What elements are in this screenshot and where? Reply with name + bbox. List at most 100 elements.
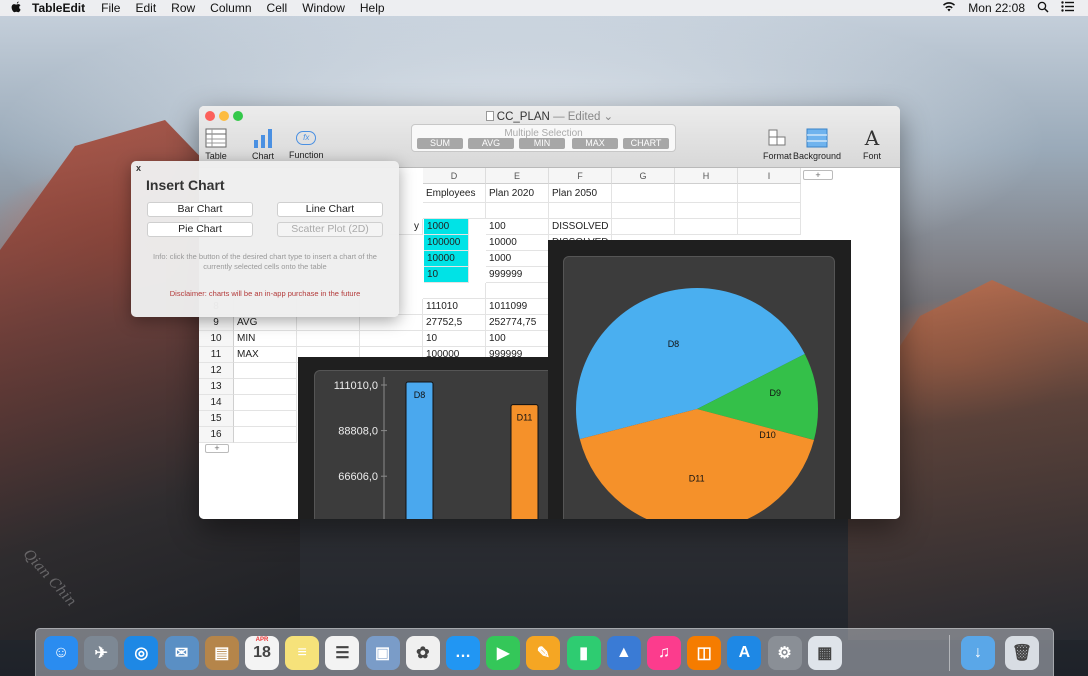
cell-b13[interactable]: [234, 379, 297, 395]
cell-h3[interactable]: [675, 219, 738, 235]
cell-d8[interactable]: 111010: [423, 299, 486, 315]
wifi-icon[interactable]: [942, 1, 956, 15]
column-header-i[interactable]: I: [738, 168, 801, 184]
cell-b14[interactable]: [234, 395, 297, 411]
dock-calendar-icon[interactable]: APR 18: [245, 636, 279, 670]
dock-downloads-icon[interactable]: ↓: [961, 636, 995, 670]
row-header-16[interactable]: 16: [199, 427, 234, 443]
max-button[interactable]: MAX: [572, 138, 618, 149]
cell-f1[interactable]: Plan 2050: [549, 184, 612, 203]
cell-d6[interactable]: 10: [424, 267, 469, 283]
cell-i3[interactable]: [738, 219, 801, 235]
bar-chart-window[interactable]: 111010,0 88808,0 66606,0 D8 D11: [298, 357, 550, 519]
dock-safari-icon[interactable]: ◎: [124, 636, 159, 670]
cell-e2[interactable]: [486, 203, 549, 219]
row-header-11[interactable]: 11: [199, 347, 234, 363]
cell-c10b[interactable]: [360, 331, 423, 347]
cell-d4[interactable]: 100000: [424, 235, 469, 251]
menubar-clock[interactable]: Mon 22:08: [968, 1, 1025, 15]
cell-f3[interactable]: DISSOLVED: [549, 219, 612, 235]
cell-e4[interactable]: 10000: [486, 235, 549, 251]
cell-d7[interactable]: [423, 283, 486, 299]
row-header-15[interactable]: 15: [199, 411, 234, 427]
cell-e6[interactable]: 999999: [486, 267, 549, 283]
dock-pages-icon[interactable]: ✎: [526, 636, 561, 670]
column-header-g[interactable]: G: [612, 168, 675, 184]
dock-trash-icon[interactable]: 🗑: [1005, 636, 1039, 670]
menu-app-name[interactable]: TableEdit: [32, 1, 85, 15]
column-header-d[interactable]: D: [423, 168, 486, 184]
cell-b12[interactable]: [234, 363, 297, 379]
cell-g2[interactable]: [612, 203, 675, 219]
menu-row[interactable]: Row: [171, 1, 195, 15]
document-status[interactable]: — Edited ⌄: [553, 111, 613, 123]
menu-window[interactable]: Window: [302, 1, 345, 15]
cell-i2[interactable]: [738, 203, 801, 219]
pie-chart-window[interactable]: D8 D9 D10 D11: [548, 240, 851, 519]
avg-button[interactable]: AVG: [468, 138, 514, 149]
toolbar-font-button[interactable]: A Font: [863, 128, 881, 161]
cell-d5[interactable]: 10000: [424, 251, 469, 267]
column-header-h[interactable]: H: [675, 168, 738, 184]
toolbar-function-button[interactable]: fx Function: [289, 128, 324, 160]
toolbar-format-button[interactable]: Format: [763, 128, 792, 161]
dock-numbers-icon[interactable]: ▮: [566, 636, 601, 670]
dock-ibooks-icon[interactable]: ◫: [687, 636, 722, 670]
dock-app-store-icon[interactable]: A: [727, 636, 762, 670]
cell-d1[interactable]: Employees: [423, 184, 486, 203]
row-header-9[interactable]: 9: [199, 315, 234, 331]
cell-i1[interactable]: [738, 184, 801, 203]
row-header-14[interactable]: 14: [199, 395, 234, 411]
cell-e10[interactable]: 100: [486, 331, 549, 347]
dock-system-preferences-icon[interactable]: ⚙: [767, 636, 802, 670]
dock-mail-icon[interactable]: ✉: [164, 636, 199, 670]
row-header-12[interactable]: 12: [199, 363, 234, 379]
scatter-plot-button[interactable]: Scatter Plot (2D): [277, 222, 383, 237]
toolbar-table-button[interactable]: Table: [205, 128, 227, 161]
notification-center-icon[interactable]: [1061, 1, 1074, 15]
cell-b11[interactable]: MAX: [234, 347, 297, 363]
row-header-13[interactable]: 13: [199, 379, 234, 395]
dock-reminders-icon[interactable]: ☰: [325, 636, 360, 670]
cell-d3[interactable]: 1000: [424, 219, 469, 235]
line-chart-button[interactable]: Line Chart: [277, 202, 383, 217]
document-name[interactable]: CC_PLAN: [497, 111, 550, 123]
dock-tableedit-icon[interactable]: ▦: [807, 636, 842, 670]
chart-button[interactable]: CHART: [623, 138, 669, 149]
cell-g1[interactable]: [612, 184, 675, 203]
pie-chart-button[interactable]: Pie Chart: [147, 222, 253, 237]
menu-edit[interactable]: Edit: [135, 1, 156, 15]
cell-e3[interactable]: 100: [486, 219, 549, 235]
cell-b9[interactable]: AVG: [234, 315, 297, 331]
close-popover-button[interactable]: x: [136, 163, 141, 173]
cell-c9[interactable]: [297, 315, 360, 331]
row-header-10[interactable]: 10: [199, 331, 234, 347]
dock-messages-icon[interactable]: …: [446, 636, 480, 670]
toolbar-background-button[interactable]: Background: [789, 128, 845, 161]
add-row-button[interactable]: +: [205, 444, 229, 453]
cell-e1[interactable]: Plan 2020: [486, 184, 549, 203]
dock-facetime-icon[interactable]: ▶: [486, 636, 521, 670]
cell-d2[interactable]: [423, 203, 486, 219]
dock-finder-icon[interactable]: ☺: [44, 636, 78, 670]
cell-b16[interactable]: [234, 427, 297, 443]
cell-d10[interactable]: 10: [423, 331, 486, 347]
dock-preview-icon[interactable]: ▣: [365, 636, 400, 670]
dock-notes-icon[interactable]: ≡: [285, 636, 320, 670]
menu-help[interactable]: Help: [360, 1, 385, 15]
cell-e7[interactable]: [486, 283, 549, 299]
spotlight-icon[interactable]: [1037, 1, 1049, 16]
dock-photos-icon[interactable]: ✿: [405, 636, 440, 670]
min-button[interactable]: MIN: [519, 138, 565, 149]
cell-e8[interactable]: 1011099: [486, 299, 549, 315]
dock-keynote-icon[interactable]: ▲: [606, 636, 641, 670]
bar-chart-button[interactable]: Bar Chart: [147, 202, 253, 217]
apple-menu-icon[interactable]: [0, 1, 32, 16]
dock-itunes-icon[interactable]: ♫: [647, 636, 681, 670]
menu-column[interactable]: Column: [210, 1, 251, 15]
column-header-f[interactable]: F: [549, 168, 612, 184]
dock-contacts-icon[interactable]: ▤: [204, 636, 239, 670]
column-header-e[interactable]: E: [486, 168, 549, 184]
menu-cell[interactable]: Cell: [267, 1, 288, 15]
cell-h2[interactable]: [675, 203, 738, 219]
